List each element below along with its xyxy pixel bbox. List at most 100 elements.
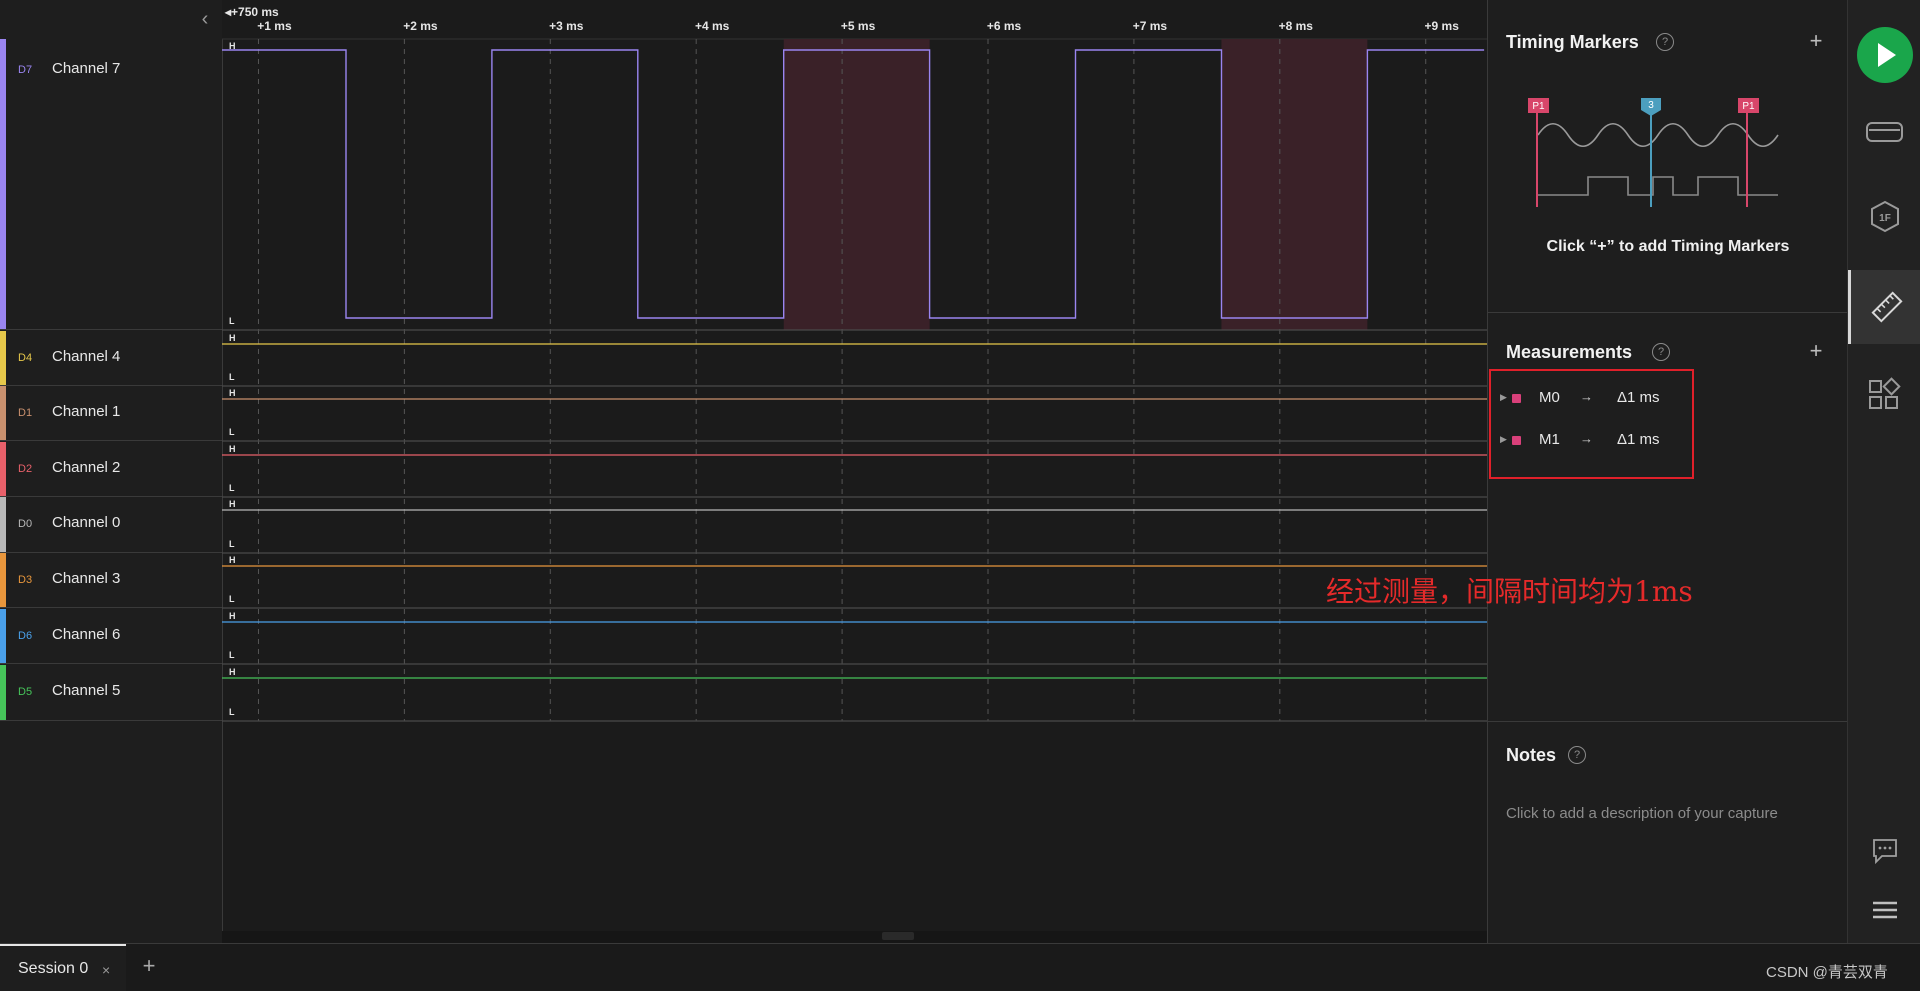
channel-tag: D2	[18, 462, 33, 475]
scrollbar-thumb[interactable]	[882, 932, 914, 940]
tick-label: +3 ms	[549, 19, 584, 33]
svg-text:1F: 1F	[1879, 213, 1891, 224]
channel-row-d2[interactable]: D2 Channel 2	[0, 442, 222, 497]
channel-color-bar	[0, 665, 6, 720]
annotation-text: 经过测量，间隔时间均为1ms	[1326, 575, 1693, 608]
level-high-label: H	[229, 444, 236, 454]
extensions-tool-button[interactable]	[1848, 357, 1920, 431]
hamburger-menu-icon	[1873, 901, 1897, 919]
tick-label: +4 ms	[695, 19, 730, 33]
section-title: Measurements	[1506, 342, 1633, 362]
level-high-label: H	[229, 333, 236, 343]
analyzers-tool-button[interactable]: 1F	[1848, 183, 1920, 257]
channel-row-d0[interactable]: D0 Channel 0	[0, 497, 222, 553]
channel-row-d5[interactable]: D5 Channel 5	[0, 665, 222, 721]
measurements-tool-button[interactable]	[1848, 270, 1920, 344]
channel-name[interactable]: Channel 7	[52, 60, 120, 77]
feedback-button[interactable]	[1848, 826, 1920, 878]
level-high-label: H	[229, 388, 236, 398]
level-low-label: L	[229, 372, 235, 382]
channel-name[interactable]: Channel 4	[52, 348, 120, 365]
channel-tag: D7	[18, 64, 33, 76]
chat-icon	[1873, 839, 1897, 865]
level-high-label: H	[229, 667, 236, 677]
measurement-item-m1[interactable]: ▶ M1 → Δ1 ms	[1491, 425, 1691, 455]
timing-marker-hint: Click “+” to add Timing Markers	[1546, 238, 1790, 255]
level-low-label: L	[229, 427, 235, 437]
channel-color-bar	[0, 497, 6, 552]
measurements-section: Measurements ? + ▶ M0 → Δ1 ms ▶ M1 → Δ1 …	[1488, 312, 1848, 722]
channel-color-bar	[0, 609, 6, 663]
level-high-label: H	[229, 555, 236, 565]
play-icon	[1878, 43, 1896, 67]
tick-label: +9 ms	[1425, 19, 1460, 33]
channel-row-d7[interactable]: D7 Channel 7	[0, 39, 222, 330]
waveform-timeline[interactable]: +1 ms +2 ms +3 ms +4 ms +5 ms +6 ms +7 ms +8 ms…	[222, 0, 1487, 943]
arrow-right-icon: →	[1580, 431, 1593, 446]
tick-label: +6 ms	[987, 19, 1022, 33]
tick-label: +2 ms	[403, 19, 438, 33]
channel-color-bar	[0, 39, 6, 329]
measurement-color-swatch	[1512, 436, 1521, 445]
tab-session-0[interactable]: Session 0 ×	[0, 944, 126, 991]
channel-name[interactable]: Channel 0	[52, 514, 120, 531]
channel-name[interactable]: Channel 3	[52, 570, 120, 587]
help-icon[interactable]: ?	[1568, 746, 1586, 764]
right-toolbar: 1F	[1847, 0, 1920, 943]
channel-name[interactable]: Channel 6	[52, 626, 120, 643]
marker-label: P1	[1532, 101, 1545, 112]
add-timing-marker-button[interactable]: +	[1804, 29, 1828, 53]
tick-label: +1 ms	[257, 19, 292, 33]
side-panel: Timing Markers ? + P1 3 P1 Click “+” to …	[1487, 0, 1848, 943]
device-tool-button[interactable]	[1848, 96, 1920, 170]
channel-color-bar	[0, 331, 6, 385]
channel-tag: D5	[18, 686, 33, 698]
tick-label: +5 ms	[841, 19, 876, 33]
measurement-item-m0[interactable]: ▶ M0 → Δ1 ms	[1491, 383, 1691, 413]
help-icon[interactable]: ?	[1656, 33, 1674, 51]
measurement-span	[783, 39, 930, 330]
add-session-button[interactable]: +	[138, 954, 160, 978]
device-icon	[1866, 122, 1903, 142]
channel-color-bar	[0, 553, 6, 607]
marker-label: 3	[1648, 100, 1654, 111]
channel-color-bar	[0, 442, 6, 496]
measurement-name: M1	[1539, 431, 1560, 448]
channel-tag: D0	[18, 518, 33, 530]
channel-row-d1[interactable]: D1 Channel 1	[0, 386, 222, 441]
channel-row-d4[interactable]: D4 Channel 4	[0, 331, 222, 386]
channel-row-d6[interactable]: D6 Channel 6	[0, 609, 222, 664]
channel-name[interactable]: Channel 5	[52, 682, 120, 699]
level-high-label: H	[229, 611, 236, 621]
notes-input[interactable]: Click to add a description of your captu…	[1506, 805, 1778, 822]
start-capture-button[interactable]	[1857, 27, 1913, 83]
section-title: Notes	[1506, 745, 1557, 765]
help-icon[interactable]: ?	[1652, 343, 1670, 361]
session-tab-bar: Session 0 × + CSDN @青芸双青	[0, 943, 1920, 991]
timing-markers-section: Timing Markers ? + P1 3 P1 Click “+” to …	[1488, 0, 1848, 313]
tick-label: +7 ms	[1133, 19, 1168, 33]
menu-button[interactable]	[1848, 885, 1920, 937]
session-tab-label: Session 0	[18, 960, 89, 977]
channel-name[interactable]: Channel 2	[52, 459, 120, 476]
chevron-left-icon[interactable]: ‹	[196, 8, 214, 30]
add-measurement-button[interactable]: +	[1804, 339, 1828, 363]
caret-right-icon[interactable]: ▶	[1500, 392, 1507, 403]
level-low-label: L	[229, 539, 235, 549]
level-low-label: L	[229, 650, 235, 660]
tick-label: +8 ms	[1279, 19, 1314, 33]
level-low-label: L	[229, 316, 235, 326]
measurement-value: Δ1 ms	[1617, 431, 1660, 448]
logic-analyzer-app: ‹ D7 Channel 7 D4 Channel 4 D1 Channel 1 D2 Cha…	[0, 0, 1920, 991]
waveform-canvas[interactable]: +1 ms +2 ms +3 ms +4 ms +5 ms +6 ms +7 ms +8 ms…	[222, 0, 1487, 931]
caret-right-icon[interactable]: ▶	[1500, 434, 1507, 445]
close-icon[interactable]: ×	[102, 962, 110, 978]
measurement-value: Δ1 ms	[1617, 389, 1660, 406]
channel-name[interactable]: Channel 1	[52, 403, 120, 420]
channel-tag: D1	[18, 406, 33, 419]
horizontal-scrollbar[interactable]	[222, 931, 1487, 943]
arrow-right-icon: →	[1580, 389, 1593, 404]
channel-row-d3[interactable]: D3 Channel 3	[0, 553, 222, 608]
offset-label: ◂+750 ms	[224, 5, 279, 19]
channel-tag: D6	[18, 629, 33, 642]
